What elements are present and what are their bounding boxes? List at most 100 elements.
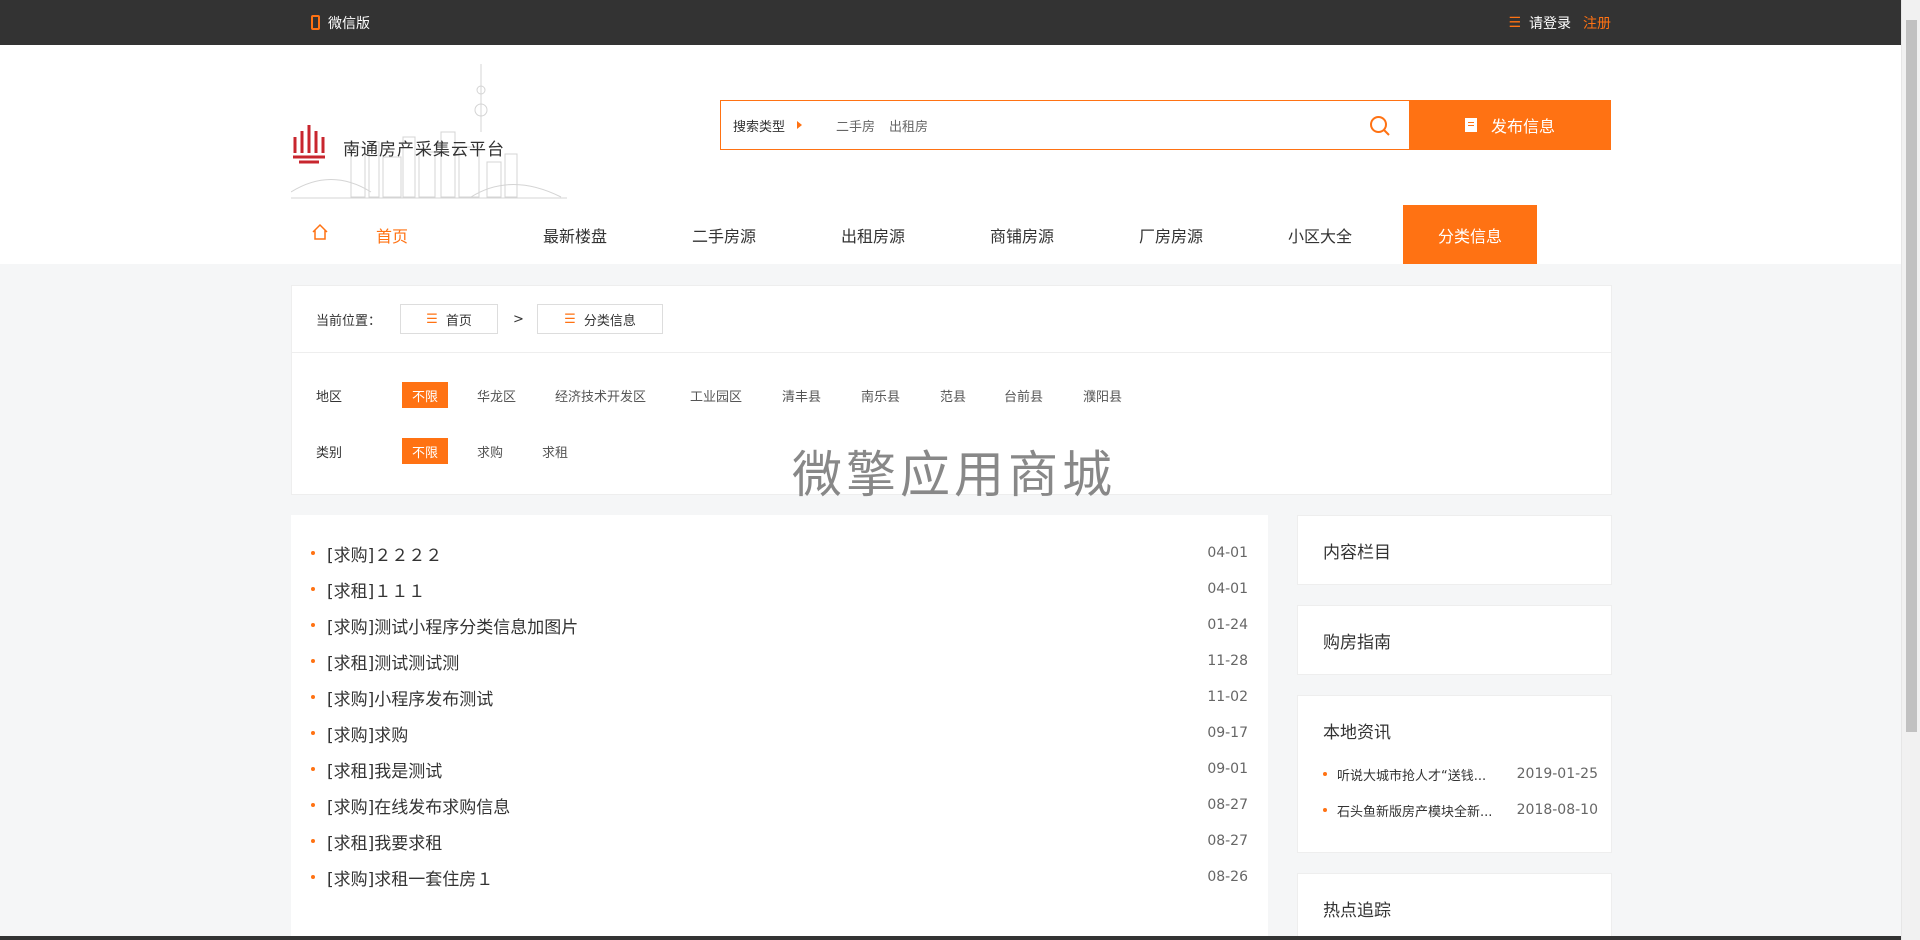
site-logo[interactable]: 南通房产采集云平台 — [291, 62, 567, 202]
region-option[interactable]: 清丰县 — [782, 382, 821, 408]
bullet — [311, 875, 315, 879]
list-item-date: 04-01 — [1207, 581, 1248, 597]
category-option[interactable]: 求购 — [477, 438, 503, 464]
list-item[interactable]: [求购]小程序发布测试 11-02 — [311, 679, 1248, 715]
list-item[interactable]: [求购]求租一套住房１ 08-26 — [311, 859, 1248, 895]
nav-factories[interactable]: 厂房房源 — [1139, 205, 1203, 264]
bullet — [311, 767, 315, 771]
region-option-all[interactable]: 不限 — [402, 382, 449, 408]
list-item-title[interactable]: [求购]２２２２ — [327, 535, 442, 571]
list-item-date: 08-27 — [1207, 833, 1248, 849]
region-filter-label: 地区 — [316, 389, 343, 405]
skyline-illustration — [291, 64, 567, 199]
category-option-all[interactable]: 不限 — [402, 438, 449, 464]
search-option-rent[interactable]: 出租房 — [889, 116, 928, 135]
list-item-date: 11-28 — [1207, 653, 1248, 669]
list-item-title[interactable]: [求购]求租一套住房１ — [327, 859, 493, 895]
site-name: 南通房产采集云平台 — [343, 140, 505, 160]
bullet — [1323, 772, 1327, 776]
nav-shops[interactable]: 商铺房源 — [990, 205, 1054, 264]
region-option[interactable]: 范县 — [940, 382, 966, 408]
bullet — [311, 695, 315, 699]
sidebar-title[interactable]: 本地资讯 — [1323, 696, 1391, 764]
breadcrumb-current[interactable]: ☰ 分类信息 — [537, 304, 663, 334]
list-item-date: 04-01 — [1207, 545, 1248, 561]
search-type-select[interactable]: 搜索类型 — [733, 101, 803, 149]
nav-secondhand[interactable]: 二手房源 — [692, 205, 756, 264]
breadcrumb: 当前位置： ☰ 首页 > ☰ 分类信息 — [292, 286, 1611, 353]
list-item-title[interactable]: [求购]测试小程序分类信息加图片 — [327, 607, 578, 643]
scrollbar-thumb[interactable] — [1906, 20, 1917, 732]
list-icon: ☰ — [564, 311, 576, 327]
sidebar-hot-tracking: 热点追踪 — [1297, 873, 1612, 940]
list-item-date: 11-02 — [1207, 689, 1248, 705]
region-option[interactable]: 经济技术开发区 — [555, 382, 646, 408]
main-nav: 首页 最新楼盘 二手房源 出租房源 商铺房源 厂房房源 小区大全 分类信息 — [291, 205, 1611, 264]
wechat-link[interactable]: 微信版 — [311, 0, 370, 45]
breadcrumb-home[interactable]: ☰ 首页 — [400, 304, 498, 334]
list-item-title[interactable]: [求租]我要求租 — [327, 823, 442, 859]
news-title[interactable]: 听说大城市抢人才“送钱... — [1337, 756, 1502, 792]
phone-icon — [311, 15, 320, 30]
account-links: ☰ 请登录 注册 — [1508, 0, 1611, 45]
nav-communities[interactable]: 小区大全 — [1288, 205, 1352, 264]
search-options: 二手房 出租房 — [836, 101, 942, 149]
sidebar-content-column: 内容栏目 — [1297, 515, 1612, 585]
caret-right-icon — [797, 121, 803, 129]
list-item[interactable]: [求购]测试小程序分类信息加图片 01-24 — [311, 607, 1248, 643]
list-item-date: 09-17 — [1207, 725, 1248, 741]
list-item-date: 01-24 — [1207, 617, 1248, 633]
bottom-bar — [0, 936, 1901, 940]
register-link[interactable]: 注册 — [1583, 13, 1611, 33]
logo-icon — [293, 125, 325, 164]
region-option[interactable]: 工业园区 — [690, 382, 742, 408]
news-item[interactable]: 听说大城市抢人才“送钱... 2019-01-25 — [1323, 756, 1598, 792]
list-item[interactable]: [求租]我是测试 09-01 — [311, 751, 1248, 787]
region-option[interactable]: 濮阳县 — [1083, 382, 1122, 408]
wechat-label: 微信版 — [328, 15, 370, 32]
news-item[interactable]: 石头鱼新版房产模块全新... 2018-08-10 — [1323, 792, 1598, 828]
nav-rentals[interactable]: 出租房源 — [841, 205, 905, 264]
sidebar-title[interactable]: 购房指南 — [1323, 606, 1391, 674]
list-item[interactable]: [求租]测试测试测 11-28 — [311, 643, 1248, 679]
region-option[interactable]: 台前县 — [1004, 382, 1043, 408]
bullet — [1323, 808, 1327, 812]
page-scrollbar[interactable] — [1901, 0, 1920, 940]
breadcrumb-label: 当前位置： — [316, 314, 382, 329]
bullet — [311, 731, 315, 735]
region-filter: 地区 不限 华龙区 经济技术开发区 工业园区 清丰县 南乐县 范县 台前县 濮阳… — [292, 382, 1611, 408]
list-item-title[interactable]: [求购]在线发布求购信息 — [327, 787, 510, 823]
bullet — [311, 803, 315, 807]
list-item-title[interactable]: [求租]１１１ — [327, 571, 425, 607]
sidebar-title[interactable]: 内容栏目 — [1323, 516, 1391, 584]
list-item[interactable]: [求购]在线发布求购信息 08-27 — [311, 787, 1248, 823]
category-filter-label: 类别 — [316, 445, 343, 461]
publish-button[interactable]: 发布信息 — [1409, 100, 1611, 150]
home-icon[interactable] — [311, 223, 329, 241]
login-link[interactable]: 请登录 — [1529, 13, 1571, 33]
bullet — [311, 587, 315, 591]
list-item-title[interactable]: [求租]测试测试测 — [327, 643, 459, 679]
list-item-title[interactable]: [求购]求购 — [327, 715, 408, 751]
list-item[interactable]: [求购]２２２２ 04-01 — [311, 535, 1248, 571]
nav-home[interactable]: 首页 — [376, 205, 408, 264]
sidebar-title[interactable]: 热点追踪 — [1323, 874, 1391, 940]
region-option[interactable]: 南乐县 — [861, 382, 900, 408]
search-bar: 搜索类型 二手房 出租房 — [720, 100, 1410, 150]
news-title[interactable]: 石头鱼新版房产模块全新... — [1337, 792, 1502, 828]
list-item[interactable]: [求购]求购 09-17 — [311, 715, 1248, 751]
list-item-title[interactable]: [求购]小程序发布测试 — [327, 679, 493, 715]
nav-classifieds[interactable]: 分类信息 — [1403, 205, 1537, 264]
list-item-title[interactable]: [求租]我是测试 — [327, 751, 442, 787]
list-item[interactable]: [求租]１１１ 04-01 — [311, 571, 1248, 607]
category-option[interactable]: 求租 — [542, 438, 568, 464]
news-date: 2018-08-10 — [1516, 802, 1598, 818]
top-bar: 微信版 ☰ 请登录 注册 — [0, 0, 1901, 45]
nav-new-buildings[interactable]: 最新楼盘 — [543, 205, 607, 264]
search-icon[interactable] — [1369, 115, 1391, 137]
list-item[interactable]: [求租]我要求租 08-27 — [311, 823, 1248, 859]
sidebar-buying-guide: 购房指南 — [1297, 605, 1612, 675]
region-option[interactable]: 华龙区 — [477, 382, 516, 408]
search-option-secondhand[interactable]: 二手房 — [836, 116, 875, 135]
menu-icon: ☰ — [1508, 14, 1521, 31]
